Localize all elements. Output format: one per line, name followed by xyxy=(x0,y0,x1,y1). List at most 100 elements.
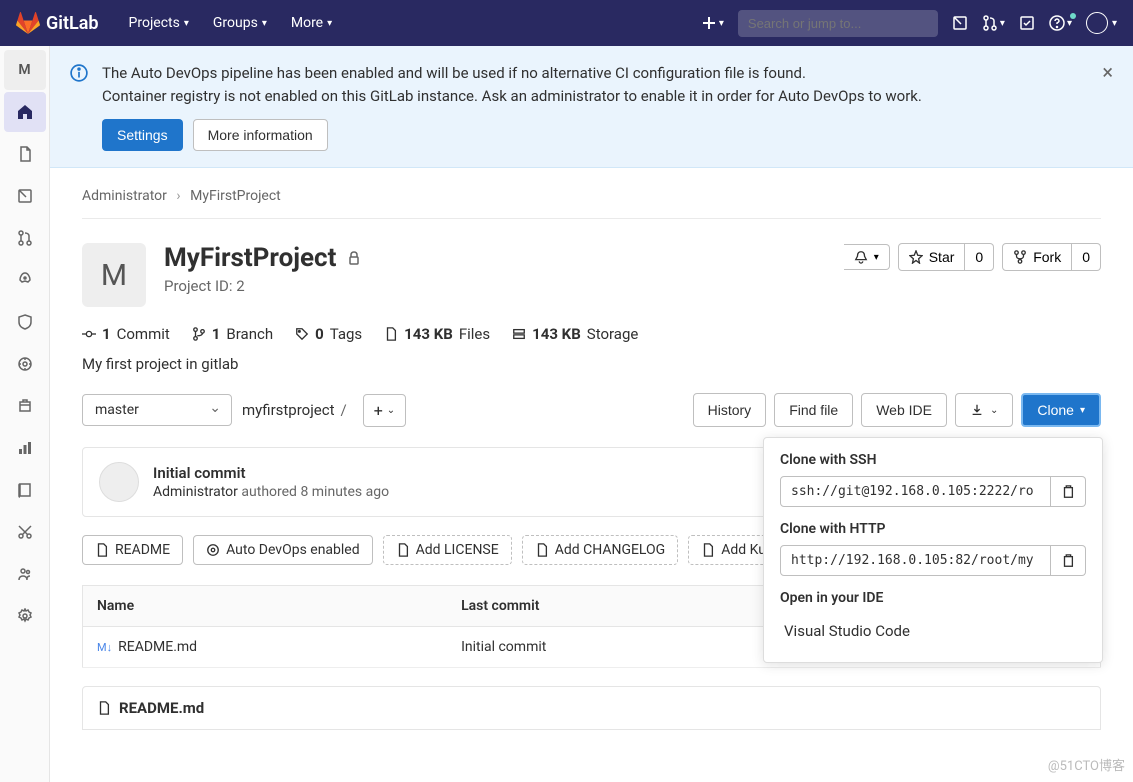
sidebar-analytics[interactable] xyxy=(4,428,46,468)
clone-http-input[interactable] xyxy=(780,545,1051,576)
fork-count[interactable]: 0 xyxy=(1072,243,1101,271)
stat-tags[interactable]: 0 Tags xyxy=(295,325,362,343)
todos-icon[interactable] xyxy=(1019,15,1035,31)
settings-button[interactable]: Settings xyxy=(102,119,183,151)
sidebar: M xyxy=(0,46,50,782)
commit-icon xyxy=(82,327,96,341)
brand-text: GitLab xyxy=(46,13,99,34)
breadcrumb: Administrator › MyFirstProject xyxy=(82,184,1101,219)
merge-requests-icon[interactable]: ▾ xyxy=(982,15,1005,31)
user-menu[interactable]: ▾ xyxy=(1086,12,1117,34)
top-right: ▾ ▾ ▾ ▾ xyxy=(701,10,1117,37)
chevron-down-icon: ▾ xyxy=(184,18,189,29)
shield-icon xyxy=(17,314,33,330)
sidebar-security[interactable] xyxy=(4,302,46,342)
search-box[interactable] xyxy=(738,10,938,37)
vscode-link[interactable]: Visual Studio Code xyxy=(780,614,1086,648)
sidebar-members[interactable] xyxy=(4,554,46,594)
clipboard-icon xyxy=(1061,485,1075,499)
project-id: Project ID: 2 xyxy=(164,277,826,295)
chart-icon xyxy=(17,440,33,456)
find-file-button[interactable]: Find file xyxy=(774,393,853,427)
sidebar-repository[interactable] xyxy=(4,134,46,174)
markdown-icon: M↓ xyxy=(97,641,112,654)
sidebar-settings[interactable] xyxy=(4,596,46,636)
ql-add-license[interactable]: Add LICENSE xyxy=(383,535,512,565)
tag-icon xyxy=(295,327,309,341)
download-icon xyxy=(970,403,984,417)
ql-readme[interactable]: README xyxy=(82,535,183,565)
clone-dropdown: Clone with SSH Clone with HTTP Open in y… xyxy=(763,437,1103,663)
project-title: MyFirstProject xyxy=(164,243,336,273)
breadcrumb-root[interactable]: Administrator xyxy=(82,188,167,204)
doc-icon xyxy=(396,543,410,557)
commit-title[interactable]: Initial commit xyxy=(153,464,389,482)
stat-storage[interactable]: 143 KB Storage xyxy=(512,325,638,343)
avatar-icon xyxy=(1086,12,1108,34)
autodevops-banner: × The Auto DevOps pipeline has been enab… xyxy=(50,46,1133,168)
nav-groups[interactable]: Groups ▾ xyxy=(203,9,277,37)
doc-icon xyxy=(701,543,715,557)
fork-button[interactable]: Fork xyxy=(1002,243,1072,271)
nav-projects[interactable]: Projects ▾ xyxy=(119,9,199,37)
web-ide-button[interactable]: Web IDE xyxy=(861,393,947,427)
clone-button[interactable]: Clone ▾ xyxy=(1021,393,1101,427)
main-content: × The Auto DevOps pipeline has been enab… xyxy=(50,46,1133,782)
clone-ssh-label: Clone with SSH xyxy=(780,452,1086,468)
doc-icon xyxy=(95,543,109,557)
sidebar-packages[interactable] xyxy=(4,386,46,426)
ql-autodevops[interactable]: Auto DevOps enabled xyxy=(193,535,373,565)
issues-icon xyxy=(17,188,33,204)
sidebar-snippets[interactable] xyxy=(4,512,46,552)
members-icon xyxy=(17,566,33,582)
project-avatar: M xyxy=(82,243,146,307)
scissors-icon xyxy=(17,524,33,540)
clipboard-icon xyxy=(1061,554,1075,568)
sidebar-wiki[interactable] xyxy=(4,470,46,510)
notification-button[interactable]: ▾ xyxy=(844,244,890,270)
sidebar-operations[interactable] xyxy=(4,344,46,384)
banner-text-2: Container registry is not enabled on thi… xyxy=(102,85,1089,108)
sidebar-home[interactable] xyxy=(4,92,46,132)
clone-ssh-input[interactable] xyxy=(780,476,1051,507)
close-icon[interactable]: × xyxy=(1102,60,1113,84)
sidebar-cicd[interactable] xyxy=(4,260,46,300)
sidebar-project-letter[interactable]: M xyxy=(4,50,46,90)
copy-http-button[interactable] xyxy=(1051,545,1086,576)
sidebar-issues[interactable] xyxy=(4,176,46,216)
download-button[interactable]: ⌄ xyxy=(955,393,1013,427)
more-info-button[interactable]: More information xyxy=(193,119,328,151)
issues-icon[interactable] xyxy=(952,15,968,31)
project-description: My first project in gitlab xyxy=(82,355,1101,373)
operations-icon xyxy=(17,356,33,372)
chevron-down-icon: ▾ xyxy=(327,18,332,29)
commit-avatar xyxy=(99,462,139,502)
star-icon xyxy=(909,250,923,264)
lock-icon xyxy=(346,250,362,266)
stat-branches[interactable]: 1 Branch xyxy=(192,325,273,343)
doc-icon xyxy=(535,543,549,557)
history-button[interactable]: History xyxy=(693,393,767,427)
stat-files[interactable]: 143 KB Files xyxy=(384,325,490,343)
ql-add-changelog[interactable]: Add CHANGELOG xyxy=(522,535,679,565)
th-name: Name xyxy=(83,586,448,627)
stat-commits[interactable]: 1 Commit xyxy=(82,325,170,343)
search-input[interactable] xyxy=(748,16,924,31)
banner-text-1: The Auto DevOps pipeline has been enable… xyxy=(102,62,1089,85)
sidebar-merge-requests[interactable] xyxy=(4,218,46,258)
branch-select[interactable]: master xyxy=(82,394,232,426)
commit-meta: Administrator authored 8 minutes ago xyxy=(153,484,389,500)
storage-icon xyxy=(512,327,526,341)
nav-more[interactable]: More ▾ xyxy=(281,9,342,37)
tanuki-icon xyxy=(16,11,40,35)
copy-ssh-button[interactable] xyxy=(1051,476,1086,507)
star-button[interactable]: Star xyxy=(898,243,966,271)
add-file-button[interactable]: + ⌄ xyxy=(363,394,406,427)
top-bar: GitLab Projects ▾ Groups ▾ More ▾ ▾ ▾ ▾ … xyxy=(0,0,1133,46)
rocket-icon xyxy=(17,272,33,288)
breadcrumb-project[interactable]: MyFirstProject xyxy=(190,188,281,204)
star-count[interactable]: 0 xyxy=(965,243,994,271)
gitlab-logo[interactable]: GitLab xyxy=(16,11,99,35)
help-icon[interactable]: ▾ xyxy=(1049,15,1072,31)
plus-icon[interactable]: ▾ xyxy=(701,15,724,31)
